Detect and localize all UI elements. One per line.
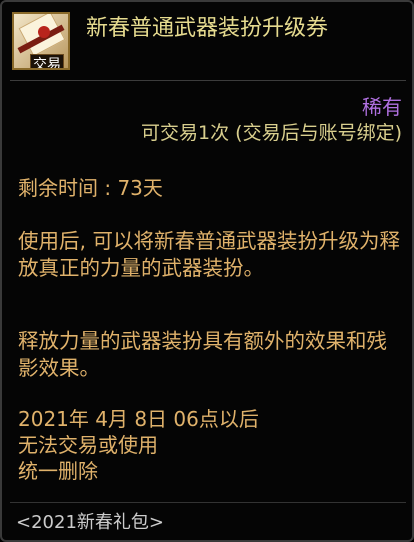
description-usage: 使用后, 可以将新春普通武器装扮升级为释放真正的力量的武器装扮。 <box>18 229 401 280</box>
item-tooltip: 交易 新春普通武器装扮升级券 稀有 可交易1次 (交易后与账号绑定) 剩余时间 … <box>0 0 414 542</box>
expiry-line-restriction: 无法交易或使用 <box>18 433 158 457</box>
description-effect: 释放力量的武器装扮具有额外的效果和残影效果。 <box>18 329 387 380</box>
icon-seal-shape <box>38 26 50 38</box>
remaining-time: 剩余时间 : 73天 <box>18 176 163 200</box>
footer-divider <box>10 502 406 503</box>
tooltip-header: 交易 新春普通武器装扮升级券 <box>2 2 412 80</box>
expiry-line-delete: 统一删除 <box>18 459 98 483</box>
rarity-label: 稀有 <box>362 95 402 119</box>
package-name: <2021新春礼包> <box>16 512 164 533</box>
expiry-notice: 2021年 4月 8日 06点以后 无法交易或使用 统一删除 <box>18 406 402 484</box>
trade-bind-info: 可交易1次 (交易后与账号绑定) <box>141 122 402 144</box>
header-divider <box>10 80 406 81</box>
trade-badge: 交易 <box>30 54 64 68</box>
expiry-line-date: 2021年 4月 8日 06点以后 <box>18 407 259 431</box>
scroll-coupon-icon: 交易 <box>12 12 70 70</box>
item-title: 新春普通武器装扮升级券 <box>86 16 329 41</box>
